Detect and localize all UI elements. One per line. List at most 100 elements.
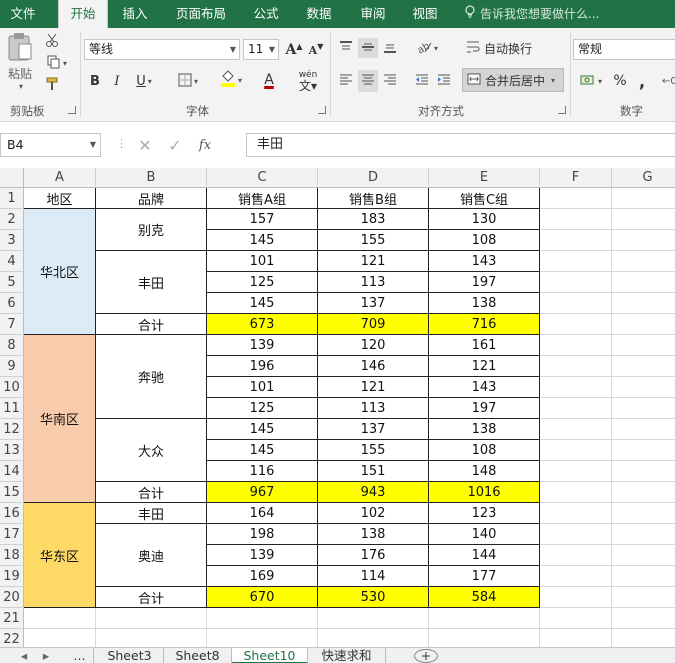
data-cell[interactable]: 101 bbox=[207, 377, 318, 398]
brand-cell[interactable]: 奔驰 bbox=[96, 335, 207, 419]
empty-cell[interactable] bbox=[612, 419, 675, 440]
row-header[interactable]: 22 bbox=[0, 629, 24, 647]
row-header[interactable]: 4 bbox=[0, 251, 24, 272]
subtotal-cell[interactable]: 673 bbox=[207, 314, 318, 335]
empty-cell[interactable] bbox=[540, 188, 612, 209]
empty-cell[interactable] bbox=[540, 461, 612, 482]
underline-button[interactable]: U ▾ bbox=[130, 70, 158, 92]
empty-cell[interactable] bbox=[612, 335, 675, 356]
subtotal-cell[interactable]: 709 bbox=[318, 314, 429, 335]
row-header[interactable]: 14 bbox=[0, 461, 24, 482]
empty-cell[interactable] bbox=[540, 566, 612, 587]
data-cell[interactable]: 108 bbox=[429, 230, 540, 251]
data-cell[interactable]: 155 bbox=[318, 230, 429, 251]
region-cell[interactable]: 华东区 bbox=[24, 503, 96, 608]
table-header-cell[interactable]: 品牌 bbox=[96, 188, 207, 209]
row-header[interactable]: 20 bbox=[0, 587, 24, 608]
tab-insert[interactable]: 插入 bbox=[112, 0, 158, 28]
increase-indent-button[interactable] bbox=[434, 70, 454, 92]
empty-cell[interactable] bbox=[612, 272, 675, 293]
data-cell[interactable]: 138 bbox=[429, 419, 540, 440]
data-cell[interactable]: 157 bbox=[207, 209, 318, 230]
row-header[interactable]: 1 bbox=[0, 188, 24, 209]
empty-cell[interactable] bbox=[612, 629, 675, 647]
empty-cell[interactable] bbox=[612, 545, 675, 566]
brand-cell[interactable]: 丰田 bbox=[96, 503, 207, 524]
empty-cell[interactable] bbox=[540, 230, 612, 251]
data-cell[interactable]: 196 bbox=[207, 356, 318, 377]
copy-button[interactable]: ▾ bbox=[42, 54, 72, 72]
insert-function-icon[interactable]: fx bbox=[190, 134, 220, 156]
row-header[interactable]: 12 bbox=[0, 419, 24, 440]
empty-cell[interactable] bbox=[612, 251, 675, 272]
empty-cell[interactable] bbox=[612, 587, 675, 608]
column-header[interactable]: F bbox=[540, 168, 612, 188]
empty-cell[interactable] bbox=[540, 524, 612, 545]
borders-button[interactable]: ▾ bbox=[172, 70, 204, 92]
name-box[interactable]: B4 ▼ bbox=[0, 133, 101, 157]
tab-view[interactable]: 视图 bbox=[402, 0, 448, 28]
data-cell[interactable]: 137 bbox=[318, 293, 429, 314]
empty-cell[interactable] bbox=[612, 230, 675, 251]
data-cell[interactable]: 143 bbox=[429, 377, 540, 398]
empty-cell[interactable] bbox=[612, 503, 675, 524]
orientation-button[interactable]: ab ▾ bbox=[412, 38, 442, 58]
data-cell[interactable]: 164 bbox=[207, 503, 318, 524]
data-cell[interactable]: 145 bbox=[207, 230, 318, 251]
empty-cell[interactable] bbox=[612, 314, 675, 335]
data-cell[interactable]: 138 bbox=[318, 524, 429, 545]
align-center-button[interactable] bbox=[358, 70, 378, 92]
row-header[interactable]: 19 bbox=[0, 566, 24, 587]
empty-cell[interactable] bbox=[429, 629, 540, 647]
row-header[interactable]: 21 bbox=[0, 608, 24, 629]
font-color-button[interactable]: A bbox=[252, 68, 286, 92]
region-cell[interactable]: 华北区 bbox=[24, 209, 96, 335]
worksheet-grid[interactable]: A B C D E F G 1 2 3 4 5 6 7 8 9 10 11 12 13 14 15 16 17 18 19 20 21… bbox=[0, 168, 675, 647]
data-cell[interactable]: 183 bbox=[318, 209, 429, 230]
empty-cell[interactable] bbox=[96, 629, 207, 647]
data-cell[interactable]: 121 bbox=[429, 356, 540, 377]
paste-button[interactable]: 粘贴 ▾ bbox=[4, 32, 36, 91]
subtotal-cell[interactable]: 1016 bbox=[429, 482, 540, 503]
data-cell[interactable]: 120 bbox=[318, 335, 429, 356]
data-cell[interactable]: 145 bbox=[207, 293, 318, 314]
empty-cell[interactable] bbox=[540, 608, 612, 629]
tell-me-search[interactable]: 告诉我您想要做什么... bbox=[464, 0, 599, 28]
empty-cell[interactable] bbox=[96, 608, 207, 629]
confirm-entry-icon[interactable]: ✓ bbox=[160, 134, 190, 156]
row-header[interactable]: 3 bbox=[0, 230, 24, 251]
align-middle-button[interactable] bbox=[358, 38, 378, 58]
grow-font-button[interactable]: A ▲ bbox=[284, 40, 304, 60]
row-header[interactable]: 17 bbox=[0, 524, 24, 545]
font-name-select[interactable]: 等线 ▼ bbox=[84, 39, 240, 60]
cut-button[interactable] bbox=[42, 32, 62, 50]
data-cell[interactable]: 125 bbox=[207, 398, 318, 419]
sheet-tab-quick-sum[interactable]: 快速求和 bbox=[308, 648, 386, 663]
wrap-text-button[interactable]: 自动换行 bbox=[466, 37, 534, 59]
accounting-format-button[interactable]: ▾ bbox=[576, 70, 606, 92]
italic-button[interactable]: I bbox=[108, 70, 126, 92]
column-header[interactable]: C bbox=[207, 168, 318, 188]
empty-cell[interactable] bbox=[612, 377, 675, 398]
data-cell[interactable]: 116 bbox=[207, 461, 318, 482]
data-cell[interactable]: 146 bbox=[318, 356, 429, 377]
empty-cell[interactable] bbox=[540, 209, 612, 230]
subtotal-cell[interactable]: 943 bbox=[318, 482, 429, 503]
table-header-cell[interactable]: 销售C组 bbox=[429, 188, 540, 209]
comma-button[interactable]: , bbox=[634, 70, 650, 92]
scroll-tabs-left-icon[interactable]: ◂ bbox=[12, 648, 36, 663]
data-cell[interactable]: 108 bbox=[429, 440, 540, 461]
data-cell[interactable]: 121 bbox=[318, 377, 429, 398]
row-header[interactable]: 15 bbox=[0, 482, 24, 503]
subtotal-label-cell[interactable]: 合计 bbox=[96, 314, 207, 335]
empty-cell[interactable] bbox=[207, 629, 318, 647]
data-cell[interactable]: 177 bbox=[429, 566, 540, 587]
table-header-cell[interactable]: 销售A组 bbox=[207, 188, 318, 209]
empty-cell[interactable] bbox=[540, 398, 612, 419]
empty-cell[interactable] bbox=[612, 293, 675, 314]
data-cell[interactable]: 145 bbox=[207, 440, 318, 461]
data-cell[interactable]: 148 bbox=[429, 461, 540, 482]
fill-color-button[interactable]: ▾ bbox=[214, 68, 248, 92]
table-header-cell[interactable]: 地区 bbox=[24, 188, 96, 209]
row-header[interactable]: 18 bbox=[0, 545, 24, 566]
